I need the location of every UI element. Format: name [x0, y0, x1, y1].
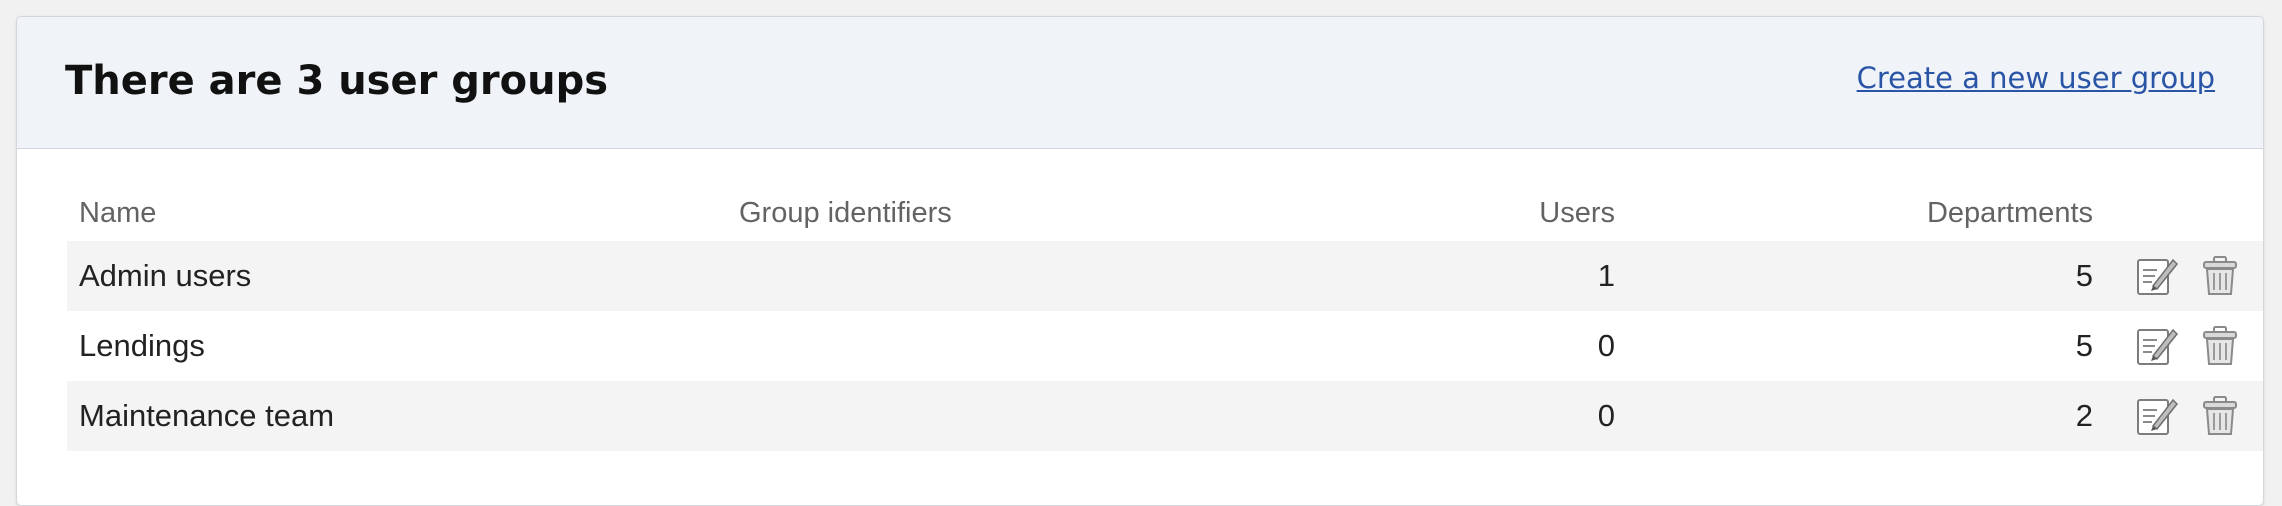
column-header-departments[interactable]: Departments — [1627, 185, 2105, 241]
table-row: Lendings 0 5 — [67, 311, 2263, 381]
group-name-cell: Lendings — [67, 311, 727, 381]
table-row: Admin users 1 5 — [67, 241, 2263, 311]
row-actions — [2105, 311, 2263, 381]
panel-header: There are 3 user groups Create a new use… — [17, 17, 2263, 149]
group-name-cell: Maintenance team — [67, 381, 727, 451]
page-title: There are 3 user groups — [65, 58, 609, 104]
column-header-actions — [2105, 185, 2263, 241]
column-header-group-identifiers[interactable]: Group identifiers — [727, 185, 1287, 241]
row-actions — [2105, 241, 2263, 311]
user-groups-table: Name Group identifiers Users Departments… — [67, 185, 2263, 451]
table-row: Maintenance team 0 2 — [67, 381, 2263, 451]
departments-count-cell: 2 — [1627, 381, 2105, 451]
users-count-cell: 0 — [1287, 311, 1627, 381]
group-identifiers-cell — [727, 241, 1287, 311]
row-actions — [2105, 381, 2263, 451]
column-header-name[interactable]: Name — [67, 185, 727, 241]
group-identifiers-cell — [727, 311, 1287, 381]
trash-icon[interactable] — [2198, 324, 2242, 368]
trash-icon[interactable] — [2198, 394, 2242, 438]
table-header-row: Name Group identifiers Users Departments — [67, 185, 2263, 241]
edit-icon[interactable] — [2135, 324, 2179, 368]
create-user-group-link[interactable]: Create a new user group — [1857, 61, 2215, 95]
edit-icon[interactable] — [2135, 394, 2179, 438]
column-header-users[interactable]: Users — [1287, 185, 1627, 241]
users-count-cell: 1 — [1287, 241, 1627, 311]
user-groups-panel: There are 3 user groups Create a new use… — [16, 16, 2264, 506]
edit-icon[interactable] — [2135, 254, 2179, 298]
users-count-cell: 0 — [1287, 381, 1627, 451]
group-identifiers-cell — [727, 381, 1287, 451]
departments-count-cell: 5 — [1627, 311, 2105, 381]
departments-count-cell: 5 — [1627, 241, 2105, 311]
trash-icon[interactable] — [2198, 254, 2242, 298]
group-name-cell: Admin users — [67, 241, 727, 311]
